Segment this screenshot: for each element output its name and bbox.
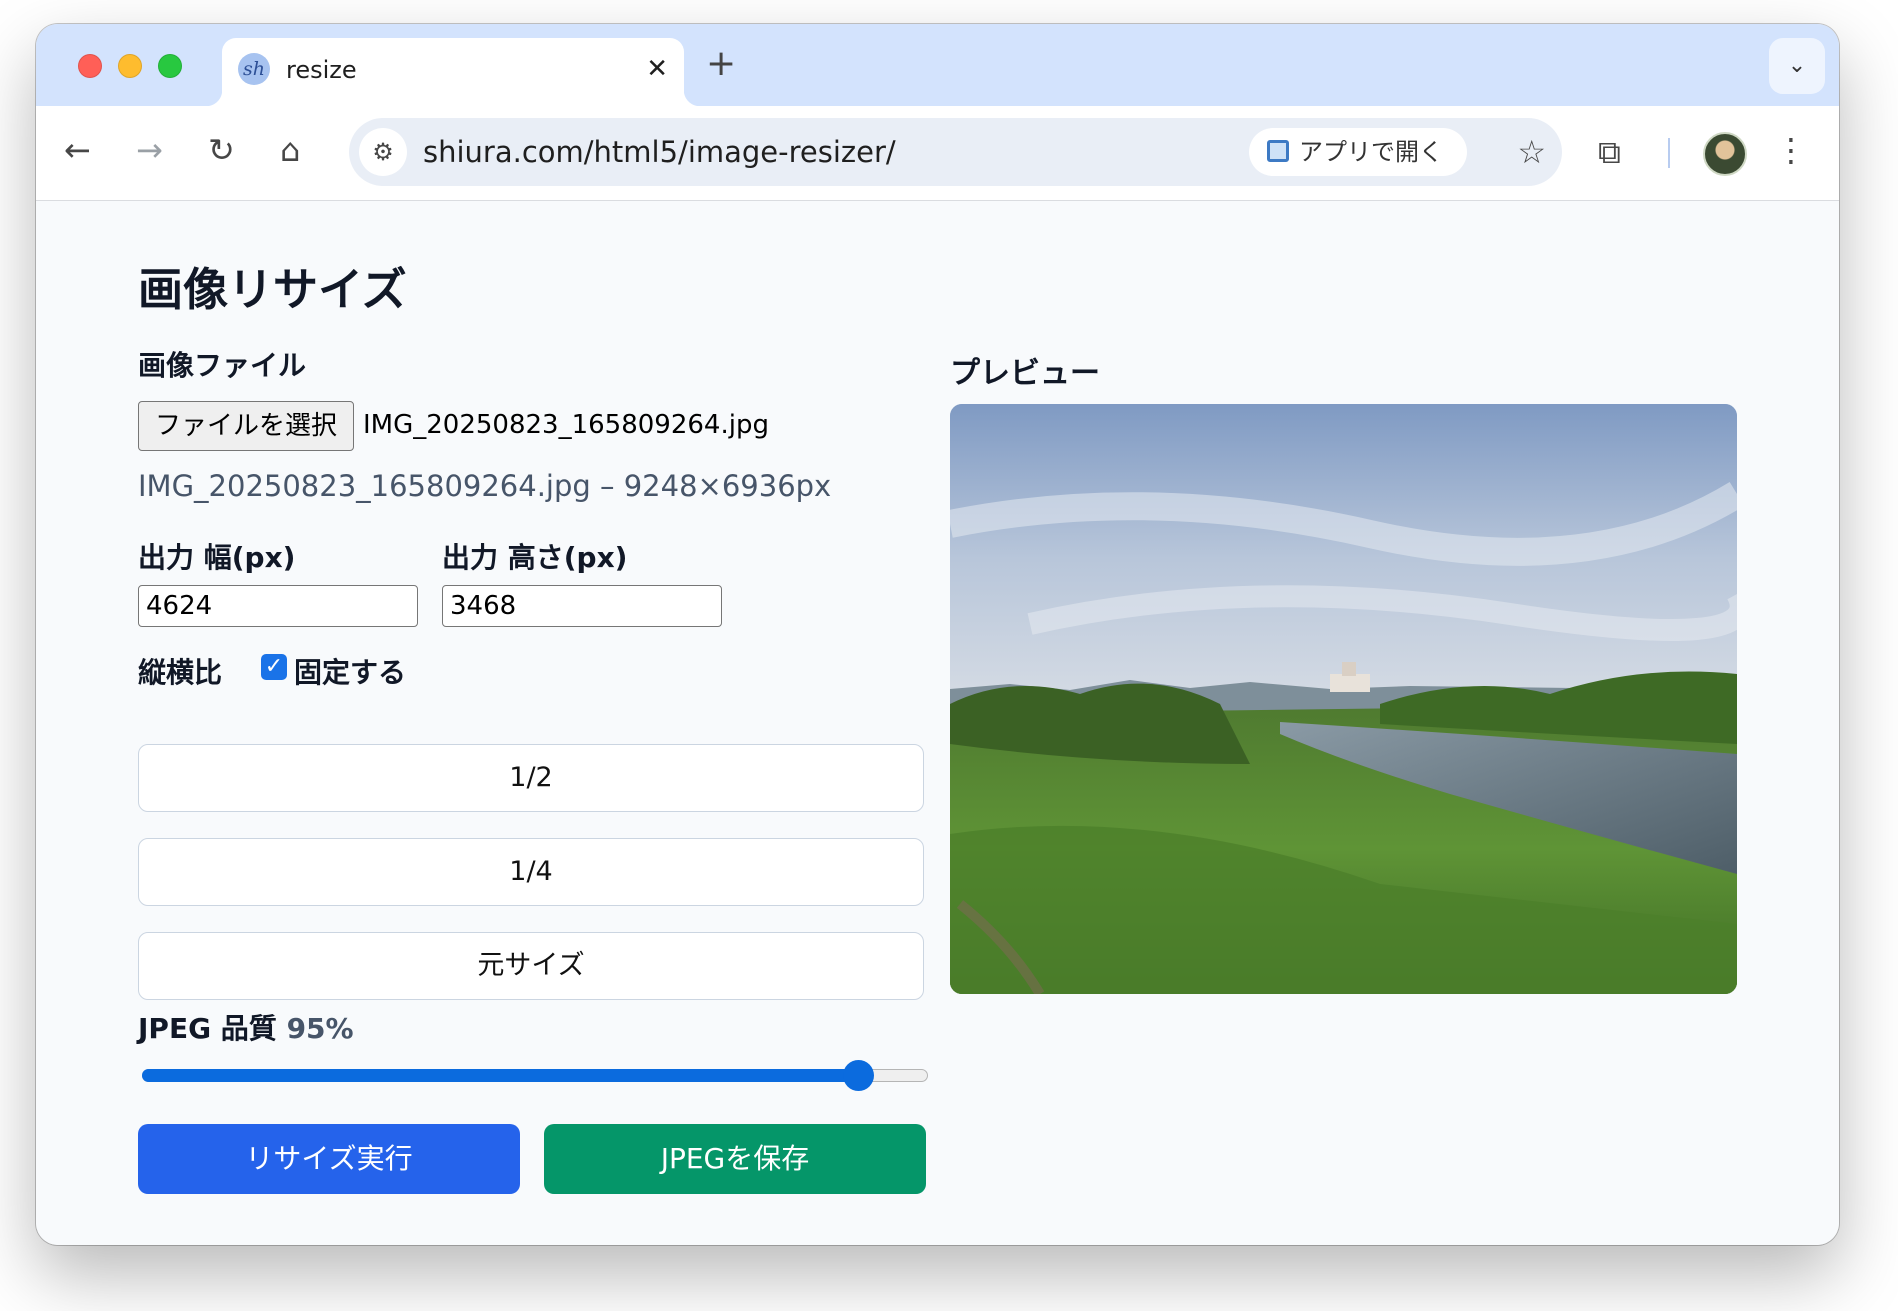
river-landscape-photo xyxy=(950,404,1737,994)
preview-label: プレビュー xyxy=(950,356,1100,391)
back-arrow-icon[interactable]: ← xyxy=(64,130,91,170)
tab-strip: sh resize ✕ + ⌄ xyxy=(36,24,1839,106)
forward-arrow-icon[interactable]: → xyxy=(136,130,163,170)
preset-half-button[interactable]: 1/2 xyxy=(138,744,924,812)
site-favicon-icon: sh xyxy=(238,53,270,85)
aspect-ratio-label: 縦横比 xyxy=(138,656,223,689)
open-app-label: アプリで開く xyxy=(1299,138,1443,166)
close-window-button[interactable] xyxy=(78,54,102,78)
site-info-icon[interactable]: ⚙ xyxy=(359,128,407,176)
url-text[interactable]: shiura.com/html5/image-resizer/ xyxy=(423,135,896,169)
selected-file-name: IMG_20250823_165809264.jpg xyxy=(363,410,769,440)
file-section-label: 画像ファイル xyxy=(138,349,307,382)
width-label: 出力 幅(px) xyxy=(138,541,296,574)
quality-label-text: JPEG 品質 xyxy=(138,1012,277,1045)
file-info-text: IMG_20250823_165809264.jpg – 9248×6936px xyxy=(138,469,832,503)
tab-close-icon[interactable]: ✕ xyxy=(646,52,668,86)
home-icon[interactable]: ⌂ xyxy=(280,130,300,170)
preset-original-button[interactable]: 元サイズ xyxy=(138,932,924,1000)
page-title: 画像リサイズ xyxy=(138,263,407,316)
page-content: 画像リサイズ 画像ファイル ファイルを選択 IMG_20250823_16580… xyxy=(36,201,1839,1245)
new-tab-plus-icon[interactable]: + xyxy=(706,44,736,84)
preset-quarter-button[interactable]: 1/4 xyxy=(138,838,924,906)
bookmark-star-icon[interactable]: ☆ xyxy=(1517,128,1546,176)
tab-search-chevron-down-icon[interactable]: ⌄ xyxy=(1769,38,1825,94)
tab-resize[interactable]: sh resize ✕ xyxy=(206,38,700,106)
width-input[interactable]: 4624 xyxy=(138,585,418,627)
aspect-lock-label[interactable]: 固定する xyxy=(294,651,406,691)
jpeg-quality-label: JPEG 品質 95% xyxy=(138,1007,354,1047)
reload-icon[interactable]: ↻ xyxy=(208,130,235,170)
minimize-window-button[interactable] xyxy=(118,54,142,78)
height-input[interactable]: 3468 xyxy=(442,585,722,627)
zoom-window-button[interactable] xyxy=(158,54,182,78)
preview-image xyxy=(950,404,1737,994)
quality-slider-fill xyxy=(142,1069,859,1082)
quality-slider-thumb[interactable] xyxy=(843,1060,875,1091)
kebab-menu-icon[interactable]: ⋮ xyxy=(1775,130,1807,170)
profile-avatar[interactable] xyxy=(1703,132,1747,176)
app-window-icon xyxy=(1267,140,1289,162)
height-label: 出力 高さ(px) xyxy=(442,541,628,574)
open-in-app-button[interactable]: アプリで開く xyxy=(1249,128,1467,176)
extensions-icon[interactable]: ⧉ xyxy=(1598,132,1621,172)
toolbar-divider xyxy=(1668,138,1670,168)
browser-toolbar: ← → ↻ ⌂ ⚙ shiura.com/html5/image-resizer… xyxy=(36,106,1839,201)
address-bar[interactable]: ⚙ shiura.com/html5/image-resizer/ アプリで開く… xyxy=(349,118,1562,186)
save-jpeg-button[interactable]: JPEGを保存 xyxy=(544,1124,926,1194)
browser-window: sh resize ✕ + ⌄ ← → ↻ ⌂ ⚙ shiura.com/htm… xyxy=(36,24,1839,1245)
aspect-lock-checkbox[interactable]: ✓ xyxy=(261,654,287,680)
resize-execute-button[interactable]: リサイズ実行 xyxy=(138,1124,520,1194)
quality-value-text: 95% xyxy=(286,1012,354,1045)
choose-file-button[interactable]: ファイルを選択 xyxy=(138,401,354,451)
tab-title: resize xyxy=(286,56,357,84)
